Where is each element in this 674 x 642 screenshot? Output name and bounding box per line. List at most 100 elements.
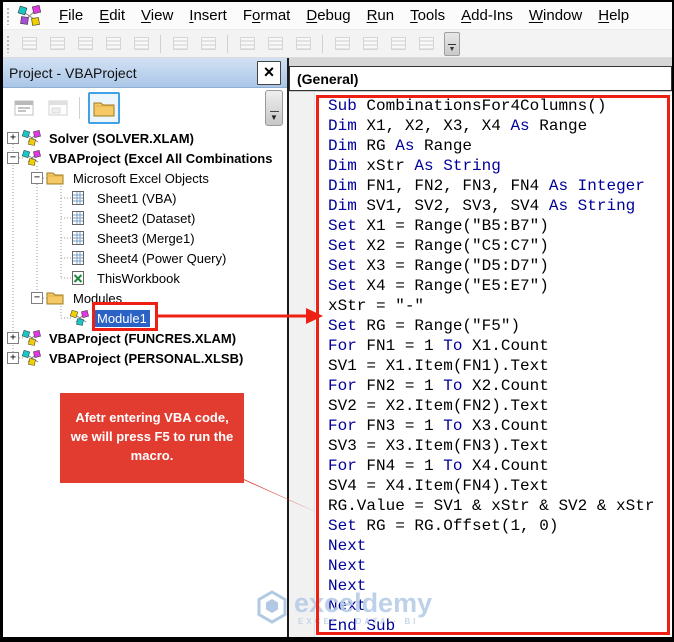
project-icon [21, 129, 42, 146]
code-line[interactable]: Set X4 = Range("E5:E7") [328, 276, 672, 296]
tree-item-vbaproject-excel-all-combinations[interactable]: − VBAProject (Excel All Combinations [3, 148, 287, 168]
view-object-icon[interactable] [45, 96, 71, 120]
menu-run[interactable]: Run [359, 4, 403, 27]
object-dropdown[interactable]: (General) [289, 66, 672, 91]
bookmark-clear-icon[interactable] [415, 34, 437, 54]
code-line[interactable]: RG.Value = SV1 & xStr & SV2 & xStr [328, 496, 672, 516]
tree-item-module1[interactable]: Module1 [3, 308, 287, 328]
menubar-drag-handle[interactable] [6, 6, 11, 25]
code-line[interactable]: Next [328, 536, 672, 556]
project-icon [21, 349, 42, 366]
menu-insert[interactable]: Insert [181, 4, 235, 27]
code-line[interactable]: xStr = "-" [328, 296, 672, 316]
bookmark-icon[interactable] [331, 34, 353, 54]
project-icon [21, 149, 42, 166]
code-line[interactable]: Set X3 = Range("D5:D7") [328, 256, 672, 276]
menu-format[interactable]: Format [235, 4, 299, 27]
expand-plus-icon[interactable]: + [7, 132, 19, 144]
project-panel-titlebar[interactable]: Project - VBAProject × [3, 58, 287, 88]
code-line[interactable]: SV3 = X3.Item(FN3).Text [328, 436, 672, 456]
main-area: Project - VBAProject × ▼ + Solver (SOLVE… [3, 58, 672, 637]
code-line[interactable]: Sub CombinationsFor4Columns() [328, 96, 672, 116]
code-line[interactable]: For FN3 = 1 To X3.Count [328, 416, 672, 436]
tree-item-solver-solver-xlam[interactable]: + Solver (SOLVER.XLAM) [3, 128, 287, 148]
uncomment-block-icon[interactable] [292, 34, 314, 54]
tree-item-label: VBAProject (FUNCRES.XLAM) [49, 330, 237, 346]
collapse-minus-icon[interactable]: − [7, 152, 19, 164]
code-line[interactable]: Next [328, 596, 672, 616]
breakpoint-hand-icon[interactable] [236, 34, 258, 54]
code-line[interactable]: For FN4 = 1 To X4.Count [328, 456, 672, 476]
bookmark-prev-icon[interactable] [387, 34, 409, 54]
toolbar-drag-handle[interactable] [6, 34, 11, 53]
code-window-top-strip [289, 58, 672, 66]
collapse-minus-icon[interactable]: − [31, 292, 43, 304]
code-line[interactable]: Next [328, 576, 672, 596]
menu-debug[interactable]: Debug [298, 4, 358, 27]
tree-item-label: ThisWorkbook [97, 270, 180, 286]
combo-row: (General) [289, 66, 672, 92]
code-line[interactable]: SV4 = X4.Item(FN4).Text [328, 476, 672, 496]
project-panel-toolbar: ▼ [3, 88, 287, 128]
menu-file[interactable]: File [51, 4, 91, 27]
module-icon [69, 309, 90, 326]
menu-view[interactable]: View [133, 4, 181, 27]
code-line[interactable]: Dim RG As Range [328, 136, 672, 156]
code-line[interactable]: Dim xStr As String [328, 156, 672, 176]
menu-tools[interactable]: Tools [402, 4, 453, 27]
tree-item-vbaproject-personal-xlsb[interactable]: + VBAProject (PERSONAL.XLSB) [3, 348, 287, 368]
tree-item-sheet4-power-query[interactable]: Sheet4 (Power Query) [3, 248, 287, 268]
tree-item-sheet1-vba[interactable]: Sheet1 (VBA) [3, 188, 287, 208]
code-line[interactable]: Dim X1, X2, X3, X4 As Range [328, 116, 672, 136]
tree-item-vbaproject-funcres-xlam[interactable]: + VBAProject (FUNCRES.XLAM) [3, 328, 287, 348]
code-line[interactable]: Dim FN1, FN2, FN3, FN4 As Integer [328, 176, 672, 196]
code-line[interactable]: SV1 = X1.Item(FN1).Text [328, 356, 672, 376]
select-pointer-icon[interactable] [74, 34, 96, 54]
panel-scroll-button[interactable]: ▼ [265, 90, 283, 126]
menu-window[interactable]: Window [521, 4, 590, 27]
code-line[interactable]: Next [328, 556, 672, 576]
tree-item-modules[interactable]: − Modules [3, 288, 287, 308]
windows-icon[interactable] [102, 34, 124, 54]
code-line[interactable]: For FN2 = 1 To X2.Count [328, 376, 672, 396]
comment-block-icon[interactable] [264, 34, 286, 54]
code-line[interactable]: Set RG = RG.Offset(1, 0) [328, 516, 672, 536]
tree-item-microsoft-excel-objects[interactable]: − Microsoft Excel Objects [3, 168, 287, 188]
outdent-icon[interactable] [197, 34, 219, 54]
code-line[interactable]: Set X2 = Range("C5:C7") [328, 236, 672, 256]
expand-plus-icon[interactable]: + [7, 352, 19, 364]
menu-addins[interactable]: Add-Ins [453, 4, 521, 27]
sheet-icon [70, 190, 90, 206]
tree-item-sheet3-merge1[interactable]: Sheet3 (Merge1) [3, 228, 287, 248]
toggle-folders-icon[interactable] [88, 92, 120, 124]
menu-edit[interactable]: Edit [91, 4, 133, 27]
folder-icon [46, 170, 66, 186]
complete-word-icon[interactable] [130, 34, 152, 54]
close-icon[interactable]: × [257, 60, 281, 85]
project-tree: + Solver (SOLVER.XLAM) − VBAProject (Excel … [3, 128, 287, 637]
code-line[interactable]: Set X1 = Range("B5:B7") [328, 216, 672, 236]
code-line[interactable]: For FN1 = 1 To X1.Count [328, 336, 672, 356]
code-line[interactable]: SV2 = X2.Item(FN2).Text [328, 396, 672, 416]
menu-help[interactable]: Help [590, 4, 637, 27]
view-code-icon[interactable] [11, 96, 37, 120]
code-line[interactable]: End Sub [328, 616, 672, 636]
collapse-minus-icon[interactable]: − [31, 172, 43, 184]
paste-icon[interactable] [18, 34, 40, 54]
bookmark-next-icon[interactable] [359, 34, 381, 54]
tree-item-thisworkbook[interactable]: ThisWorkbook [3, 268, 287, 288]
code-text[interactable]: Sub CombinationsFor4Columns() Dim X1, X2,… [328, 96, 672, 637]
indent-icon[interactable] [169, 34, 191, 54]
project-panel-title: Project - VBAProject [9, 64, 137, 81]
sheet-icon [70, 210, 90, 226]
code-editor[interactable]: Sub CombinationsFor4Columns() Dim X1, X2,… [289, 92, 672, 637]
tree-item-label: Sheet3 (Merge1) [97, 230, 195, 246]
code-line[interactable]: Set RG = Range("F5") [328, 316, 672, 336]
sheet-icon [70, 250, 90, 266]
code-line[interactable]: Dim SV1, SV2, SV3, SV4 As String [328, 196, 672, 216]
expand-plus-icon[interactable]: + [7, 332, 19, 344]
copy-icon[interactable] [46, 34, 68, 54]
toolbar-options-button[interactable]: ▼ [444, 31, 460, 56]
tree-item-sheet2-dataset[interactable]: Sheet2 (Dataset) [3, 208, 287, 228]
project-icon [21, 329, 42, 346]
